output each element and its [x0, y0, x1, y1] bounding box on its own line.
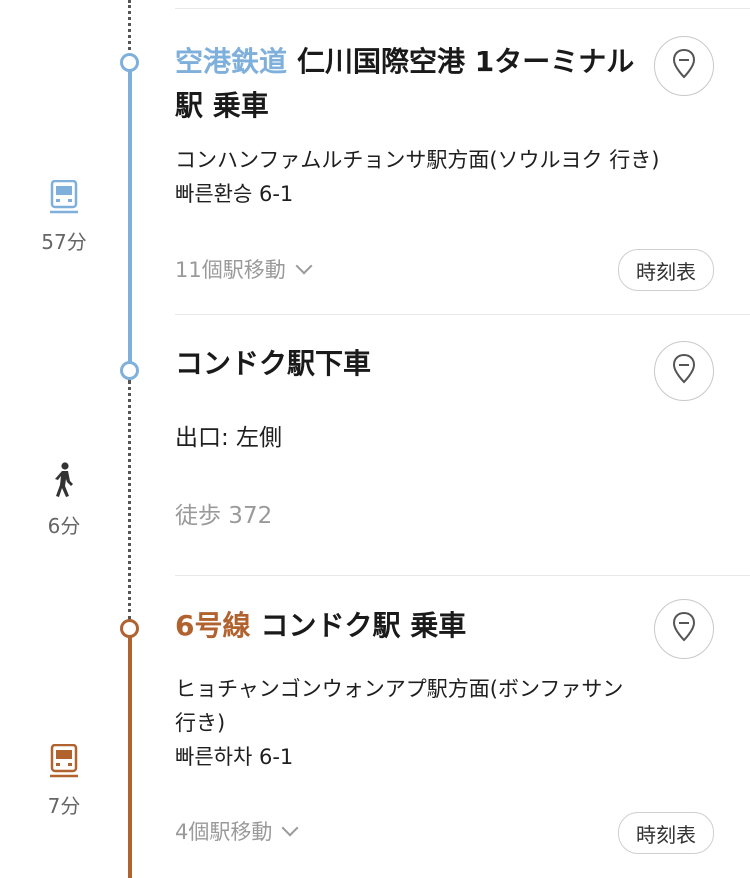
divider: [175, 314, 750, 315]
direction-text-continued: 行き): [175, 711, 226, 735]
stops-count: 4個駅移動: [175, 820, 273, 844]
walk-route-dotted-line: [128, 0, 131, 50]
mode-indicator-line6: 7分: [24, 743, 104, 819]
segment-duration: 6分: [47, 514, 81, 538]
direction-text: コンハンファムルチョンサ駅方面(ソウルヨク 行き): [175, 148, 660, 172]
walking-person-icon: [53, 462, 75, 502]
transfer-info: 빠른하차 6-1: [175, 745, 294, 769]
line6-route-line: [128, 636, 132, 878]
timetable-button[interactable]: 時刻表: [618, 249, 714, 291]
map-pin-button[interactable]: [654, 341, 714, 401]
walk-route-dotted-line: [128, 380, 131, 620]
boarding-title: 空港鉄道 仁川国際空港 1ターミナル駅 乗車: [175, 40, 645, 128]
exit-info: 出口: 左側: [175, 425, 283, 451]
mode-indicator-airport-railroad: 57分: [24, 179, 104, 255]
map-pin-icon: [671, 611, 697, 647]
map-pin-icon: [671, 353, 697, 389]
timetable-button[interactable]: 時刻表: [618, 812, 714, 854]
station-action: コンドク駅 乗車: [260, 609, 467, 642]
chevron-down-icon: [295, 257, 313, 275]
transfer-info: 빠른환승 6-1: [175, 182, 294, 206]
stops-count: 11個駅移動: [175, 258, 286, 282]
direction-text: ヒョチャンゴンウォンアプ駅方面(ボンファサン: [175, 677, 624, 701]
chevron-down-icon: [281, 819, 299, 837]
line-name: 空港鉄道: [175, 45, 288, 78]
line-name: 6号線: [175, 609, 251, 642]
route-node: [120, 361, 139, 380]
alighting-title: コンドク駅下車: [175, 347, 372, 380]
walk-distance: 徒歩 372: [175, 503, 273, 529]
divider: [175, 575, 750, 576]
airport-railroad-route-line: [128, 62, 132, 362]
boarding-title: 6号線 コンドク駅 乗車: [175, 604, 645, 648]
map-pin-button[interactable]: [654, 599, 714, 659]
divider: [175, 8, 750, 9]
mode-indicator-walk: 6分: [24, 462, 104, 539]
stops-toggle[interactable]: 11個駅移動: [175, 254, 313, 284]
segment-duration: 7分: [47, 794, 81, 818]
train-icon: [49, 743, 79, 782]
map-pin-button[interactable]: [654, 36, 714, 96]
segment-duration: 57分: [41, 230, 87, 254]
route-node: [120, 619, 139, 638]
route-node: [120, 53, 139, 72]
train-icon: [49, 179, 79, 218]
stops-toggle[interactable]: 4個駅移動: [175, 816, 299, 846]
map-pin-icon: [671, 48, 697, 84]
